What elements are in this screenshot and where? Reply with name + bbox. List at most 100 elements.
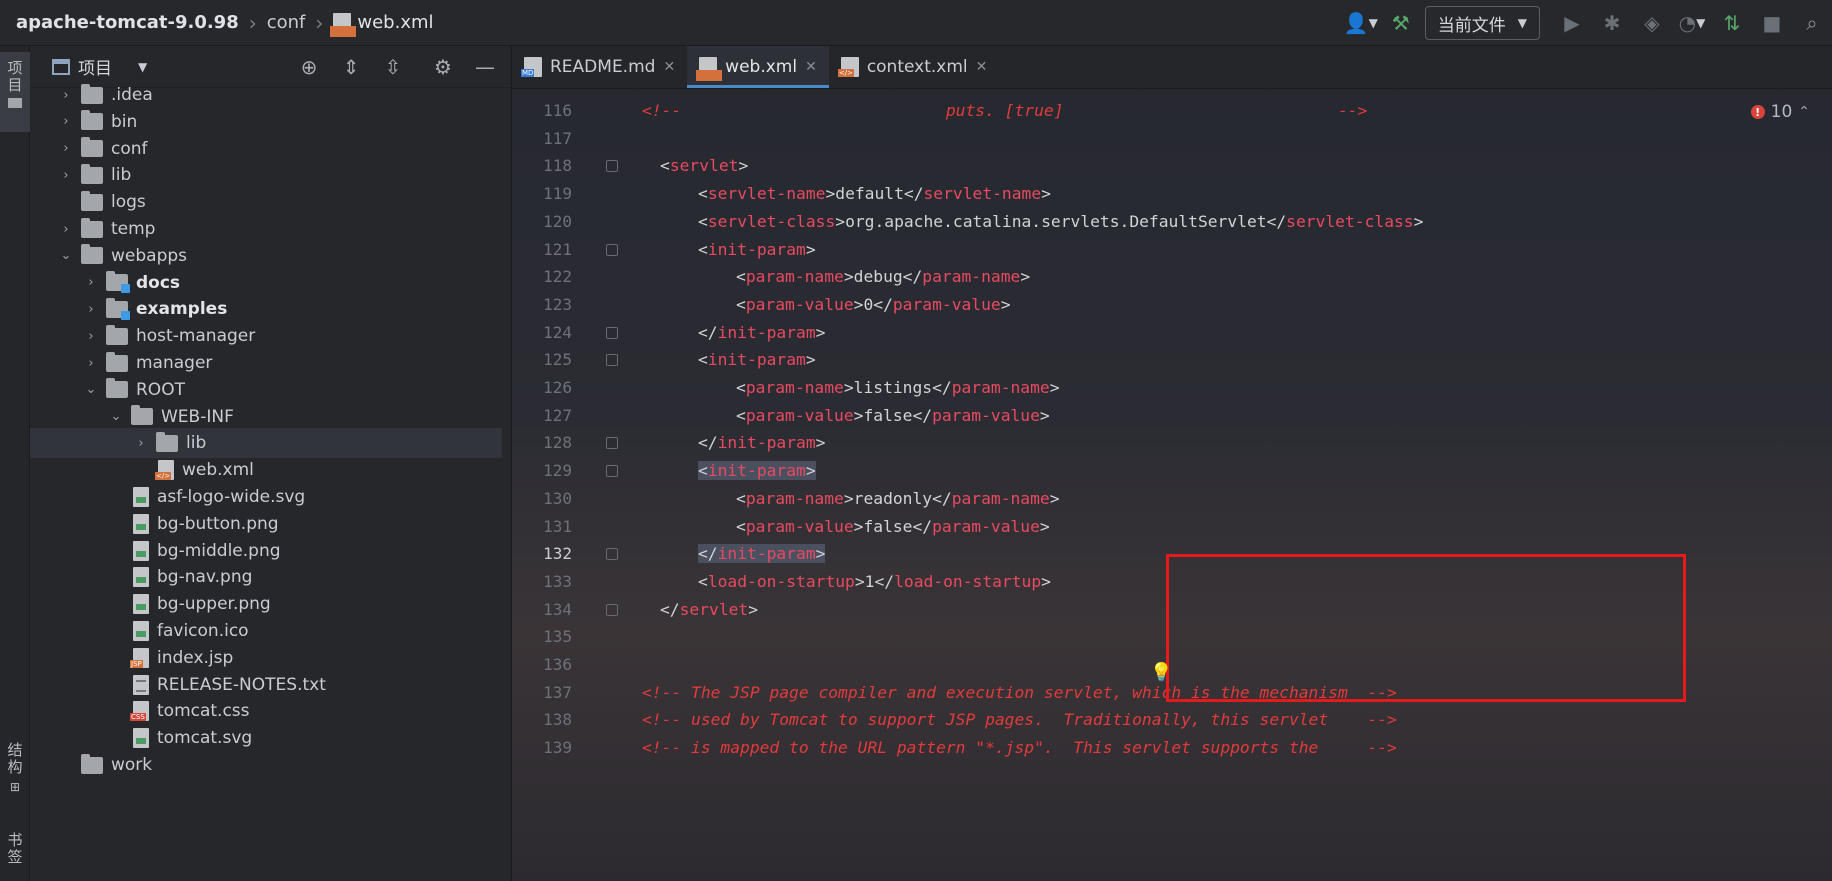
tree-item[interactable]: bg-upper.png [30,589,502,619]
fold-marker-icon[interactable] [606,603,618,616]
tree-item[interactable]: ⌄ WEB-INF [30,402,502,432]
profile-icon[interactable]: ◔ ▼ [1672,0,1712,46]
tree-item[interactable]: › lib [30,160,502,190]
close-icon[interactable]: ✕ [805,59,817,75]
fold-marker-icon[interactable] [606,160,618,173]
code-line[interactable]: <!-- puts. [true] --> [642,95,1367,127]
tree-item[interactable]: logs [30,187,502,217]
fold-marker-icon[interactable] [606,548,618,561]
tree-item[interactable]: › docs [30,268,502,298]
tree-item[interactable]: index.jsp [30,643,502,673]
coverage-icon[interactable]: ◈ [1632,0,1672,46]
breadcrumb-folder[interactable]: conf [267,12,306,33]
tree-item[interactable]: favicon.ico [30,616,502,646]
tree-item[interactable]: › .idea [30,80,502,110]
editor-tab-label: context.xml [866,56,968,77]
tree-item-label: RELEASE-NOTES.txt [157,674,326,695]
xml-file-icon [696,56,723,81]
fold-marker-icon[interactable] [606,354,618,367]
project-view-selector[interactable]: 项目 ▼ [52,54,147,79]
close-icon[interactable]: ✕ [976,59,988,75]
xml-file-icon [837,56,859,77]
breadcrumb-project[interactable]: apache-tomcat-9.0.98 [16,12,239,33]
img-file-icon [133,540,149,561]
chevron-right-icon[interactable]: › [82,302,100,317]
structure-tool-tab[interactable]: 结构 ⊞ [0,742,30,822]
tree-item[interactable]: › conf [30,134,502,164]
folder-icon [106,351,128,372]
xml-tag: <init-param> [698,240,816,259]
run-icon[interactable]: ▶ [1552,0,1592,46]
breadcrumb-file[interactable]: web.xml [330,12,434,37]
tree-item[interactable]: tomcat.css [30,696,502,726]
tree-item[interactable]: › examples [30,294,502,324]
editor-tab[interactable]: context.xml ✕ [829,46,1000,88]
xml-tag: </init-param> [698,544,826,564]
tree-item[interactable]: bg-nav.png [30,562,502,592]
close-icon[interactable]: ✕ [663,59,675,75]
stop-icon[interactable]: ■ [1752,0,1792,46]
chevron-right-icon[interactable]: › [82,275,100,290]
tag-name: param-value [745,405,854,425]
run-configuration-select[interactable]: 当前文件 ▼ [1424,6,1540,40]
chevron-right-icon[interactable]: › [57,222,75,237]
tree-item[interactable]: ⌄ webapps [30,241,502,271]
editor-tab[interactable]: web.xml ✕ [687,46,829,88]
chevron-down-icon[interactable]: ⌄ [82,382,100,397]
folder-icon [81,83,103,104]
chevron-right-icon[interactable]: › [57,168,75,183]
tree-item[interactable]: RELEASE-NOTES.txt [30,670,502,700]
breadcrumb-separator-icon: › [315,10,324,35]
tree-item[interactable]: asf-logo-wide.svg [30,482,502,512]
lightbulb-icon[interactable]: 💡 [1150,662,1172,683]
search-icon[interactable]: ⌕ [1792,0,1832,46]
tag-value: false [863,516,913,536]
chevron-right-icon[interactable]: › [82,329,100,344]
tree-item[interactable]: › lib [30,428,502,459]
chevron-down-icon[interactable]: ⌄ [57,248,75,263]
tree-item[interactable]: bg-middle.png [30,536,502,566]
tree-item[interactable]: › host-manager [30,321,502,351]
tag-bracket: < [660,156,670,176]
problems-indicator[interactable]: ! 10 ⌃ [1750,102,1810,122]
editor-tab[interactable]: README.md ✕ [512,46,687,88]
chevron-up-icon[interactable]: ⌃ [1798,104,1810,120]
build-hammer-icon[interactable]: ⚒ [1381,0,1421,46]
chevron-right-icon[interactable]: › [57,141,75,156]
tag-bracket: < [698,571,708,591]
fold-marker-icon[interactable] [606,465,618,478]
fold-marker-icon[interactable] [606,243,618,256]
git-status-icon[interactable]: ⇅ [1712,0,1752,46]
tree-item[interactable]: › bin [30,107,502,137]
tag-bracket: </ [1266,211,1287,231]
fold-marker-icon[interactable] [606,326,618,339]
user-icon[interactable]: 👤 ▼ [1341,0,1381,46]
chevron-right-icon[interactable]: › [132,436,150,451]
tree-item[interactable]: › temp [30,214,502,244]
run-configuration-label: 当前文件 [1437,15,1506,36]
tree-item[interactable]: ⌄ ROOT [30,375,502,405]
tree-item[interactable]: bg-button.png [30,509,502,539]
tree-item-label: docs [136,272,181,293]
tag-name: servlet [669,156,739,176]
code-area[interactable]: <!-- puts. [true] --> <servlet> <servlet-n… [642,89,1822,881]
tree-item[interactable]: › manager [30,348,502,378]
bookmarks-tool-tab[interactable]: 书签 [0,832,30,881]
chevron-right-icon[interactable]: › [82,356,100,371]
bookmarks-tool-tab-label: 书签 [5,832,24,866]
project-tool-tab[interactable]: 项目 [0,52,30,132]
tree-item[interactable]: work [30,750,502,780]
code-line[interactable]: </servlet> [660,594,758,626]
fold-marker-icon[interactable] [606,437,618,450]
tag-bracket: > [853,294,864,314]
chevron-right-icon[interactable]: › [57,114,75,129]
xml-tag: <servlet> [660,156,748,175]
tree-item[interactable]: tomcat.svg [30,723,502,753]
code-line[interactable]: <!-- is mapped to the URL pattern "*.jsp… [642,732,1397,764]
chevron-down-icon[interactable]: ⌄ [107,409,125,424]
editor: README.md ✕ web.xml ✕ context.xml ✕ 116117118… [512,46,1832,881]
txt-file-icon [133,674,149,695]
chevron-right-icon[interactable]: › [57,88,75,103]
debug-icon[interactable]: ✱ [1592,0,1632,46]
tree-item[interactable]: web.xml [30,455,502,485]
